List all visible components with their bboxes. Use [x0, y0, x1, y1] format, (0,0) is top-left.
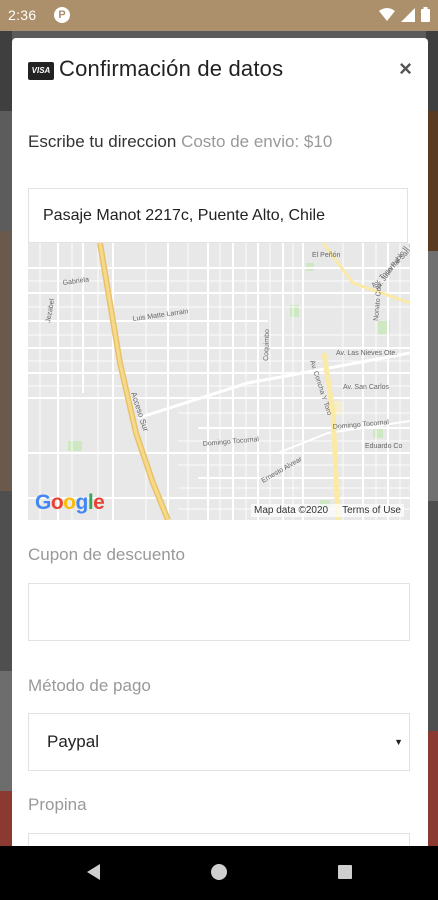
map-terms-link[interactable]: Terms of Use — [342, 505, 401, 516]
dropdown-arrow-icon: ▼ — [394, 737, 403, 747]
map-attribution: Map data ©2020 Terms of Use — [251, 504, 404, 517]
battery-icon — [421, 7, 430, 22]
payment-label: Método de pago — [28, 676, 151, 695]
map-street-label: Eduardo Co — [365, 443, 402, 450]
modal-header: VISA Confirmación de datos × — [12, 38, 428, 106]
map-street-label: Av. San Carlos — [343, 384, 390, 391]
status-time: 2:36 — [8, 7, 37, 23]
tip-input[interactable] — [28, 833, 410, 846]
shipping-cost: Costo de envio: $10 — [181, 132, 333, 151]
credit-card-icon: VISA — [28, 62, 54, 80]
discount-label: Cupon de descuento — [28, 545, 185, 564]
map-view[interactable]: El Peñón Av. Juan Pablo II Gabriela Jeza… — [28, 243, 410, 520]
back-icon[interactable] — [87, 864, 100, 880]
map-street-label: Av. Las Nieves Ote. — [336, 350, 397, 357]
app-notification-icon: P — [54, 7, 70, 23]
background-page-left — [0, 31, 12, 846]
payment-selected-value: Paypal — [47, 732, 99, 751]
map-canvas: El Peñón Av. Juan Pablo II Gabriela Jeza… — [28, 243, 410, 520]
recent-apps-icon[interactable] — [338, 865, 352, 879]
map-data-credit: Map data ©2020 — [254, 505, 329, 516]
status-icons — [379, 7, 430, 22]
address-input[interactable]: Pasaje Manot 2217c, Puente Alto, Chile — [28, 188, 408, 243]
confirmation-modal: VISA Confirmación de datos × Escribe tu … — [12, 38, 428, 846]
status-bar: 2:36 P — [0, 0, 438, 31]
payment-select[interactable]: Paypal ▼ — [28, 713, 410, 771]
home-icon[interactable] — [211, 864, 227, 880]
wifi-icon — [379, 7, 395, 21]
address-label: Escribe tu direccion — [28, 132, 177, 151]
close-button[interactable]: × — [399, 56, 412, 82]
google-logo: Google — [35, 491, 105, 514]
cell-signal-icon — [401, 7, 415, 22]
android-nav-bar — [0, 846, 438, 900]
discount-input[interactable] — [28, 583, 410, 641]
map-street-label: Coquimbo — [263, 329, 271, 361]
tip-label: Propina — [28, 795, 87, 814]
address-label-row: Escribe tu direccion Costo de envio: $10 — [28, 132, 332, 152]
modal-title: Confirmación de datos — [59, 56, 284, 81]
map-street-label: El Peñón — [312, 252, 341, 259]
